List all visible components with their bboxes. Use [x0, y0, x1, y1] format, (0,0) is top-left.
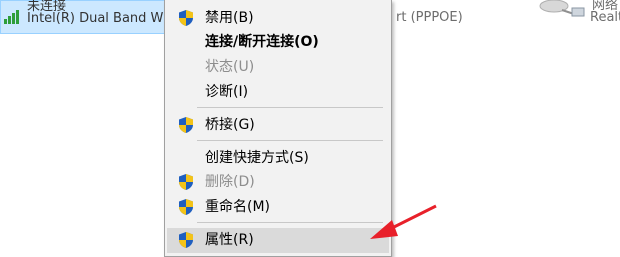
menu-item-disable[interactable]: 禁用(B)	[167, 6, 389, 30]
menu-item-properties[interactable]: 属性(R)	[167, 228, 389, 253]
adapter-device-right: Realt	[590, 10, 620, 25]
adapter-pppoe-device: rt (PPPOE)	[396, 10, 463, 25]
shield-icon	[179, 199, 193, 215]
menu-item-rename[interactable]: 重命名(M)	[167, 195, 389, 219]
menu-item-delete[interactable]: 删除(D)	[167, 170, 389, 194]
wifi-signal-icon	[4, 10, 19, 24]
shield-icon	[179, 117, 193, 133]
menu-separator	[197, 107, 383, 108]
menu-item-diagnose[interactable]: 诊断(I)	[167, 80, 389, 104]
shield-icon	[179, 232, 193, 248]
context-menu: 禁用(B) 连接/断开连接(O) 状态(U) 诊断(I) 桥接(G) 创建快捷方…	[164, 0, 392, 257]
adapter-device: Intel(R) Dual Band Wir	[27, 11, 173, 26]
menu-item-create-shortcut[interactable]: 创建快捷方式(S)	[167, 146, 389, 170]
menu-item-connect-disconnect[interactable]: 连接/断开连接(O)	[167, 30, 389, 54]
menu-separator	[197, 140, 383, 141]
adapter-wifi-selected[interactable]: 未连接 Intel(R) Dual Band Wir	[0, 0, 173, 34]
shield-icon	[179, 174, 193, 190]
menu-item-bridge[interactable]: 桥接(G)	[167, 113, 389, 137]
menu-item-status[interactable]: 状态(U)	[167, 55, 389, 79]
menu-separator	[197, 222, 383, 223]
shield-icon	[179, 10, 193, 26]
network-adapter-icon[interactable]	[536, 0, 588, 30]
